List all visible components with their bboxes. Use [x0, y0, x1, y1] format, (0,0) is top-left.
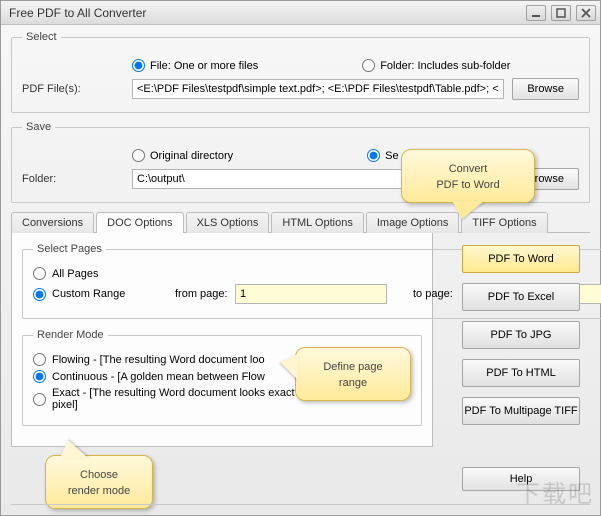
conversion-buttons: PDF To Word PDF To Excel PDF To JPG PDF To … — [462, 245, 580, 435]
folder-label: Folder: — [22, 173, 132, 185]
help-button[interactable]: Help — [462, 467, 580, 491]
flowing-radio[interactable]: Flowing - [The resulting Word document l… — [33, 353, 265, 366]
all-pages-radio[interactable]: All Pages — [33, 267, 98, 280]
maximize-button[interactable] — [551, 5, 571, 21]
from-page-label: from page: — [175, 288, 235, 300]
callout-mode: Chooserender mode — [45, 455, 153, 509]
browse-pdf-button[interactable]: Browse — [512, 78, 579, 100]
to-page-label: to page: — [413, 288, 465, 300]
close-button[interactable] — [576, 5, 596, 21]
pdf-files-input[interactable] — [132, 79, 504, 99]
callout-range: Define pagerange — [295, 347, 411, 401]
app-window: Free PDF to All Converter Select File: O… — [0, 0, 601, 516]
select-legend: Select — [22, 31, 61, 43]
folder-radio[interactable]: Folder: Includes sub-folder — [362, 59, 510, 72]
pdf-to-multipage-tiff-button[interactable]: PDF To Multipage TIFF — [462, 397, 580, 425]
file-radio[interactable]: File: One or more files — [132, 59, 258, 72]
se-radio[interactable]: Se — [367, 149, 398, 162]
tab-html-options[interactable]: HTML Options — [271, 212, 364, 233]
pdf-to-jpg-button[interactable]: PDF To JPG — [462, 321, 580, 349]
doc-options-pane: Select Pages All Pages Custom Range from… — [11, 233, 433, 447]
from-page-input[interactable] — [235, 284, 387, 304]
original-dir-radio[interactable]: Original directory — [132, 149, 233, 162]
save-legend: Save — [22, 121, 55, 133]
window-title: Free PDF to All Converter — [9, 6, 146, 20]
render-mode-legend: Render Mode — [33, 329, 108, 341]
minimize-button[interactable] — [526, 5, 546, 21]
custom-range-radio[interactable]: Custom Range — [33, 288, 151, 301]
pdf-to-excel-button[interactable]: PDF To Excel — [462, 283, 580, 311]
select-group: Select File: One or more files Folder: I… — [11, 31, 590, 113]
pdf-to-html-button[interactable]: PDF To HTML — [462, 359, 580, 387]
tab-xls-options[interactable]: XLS Options — [186, 212, 270, 233]
select-pages-legend: Select Pages — [33, 243, 106, 255]
pdf-to-word-button[interactable]: PDF To Word — [462, 245, 580, 273]
callout-convert: ConvertPDF to Word — [401, 149, 535, 203]
tab-image-options[interactable]: Image Options — [366, 212, 460, 233]
titlebar: Free PDF to All Converter — [1, 1, 600, 25]
tab-bar: ConversionsDOC OptionsXLS OptionsHTML Op… — [11, 211, 590, 233]
continuous-radio[interactable]: Continuous - [A golden mean between Flow — [33, 370, 265, 383]
window-controls — [524, 5, 596, 21]
tab-doc-options[interactable]: DOC Options — [96, 212, 183, 233]
pdf-files-label: PDF File(s): — [22, 83, 132, 95]
content: Select File: One or more files Folder: I… — [1, 25, 600, 515]
tab-conversions[interactable]: Conversions — [11, 212, 94, 233]
